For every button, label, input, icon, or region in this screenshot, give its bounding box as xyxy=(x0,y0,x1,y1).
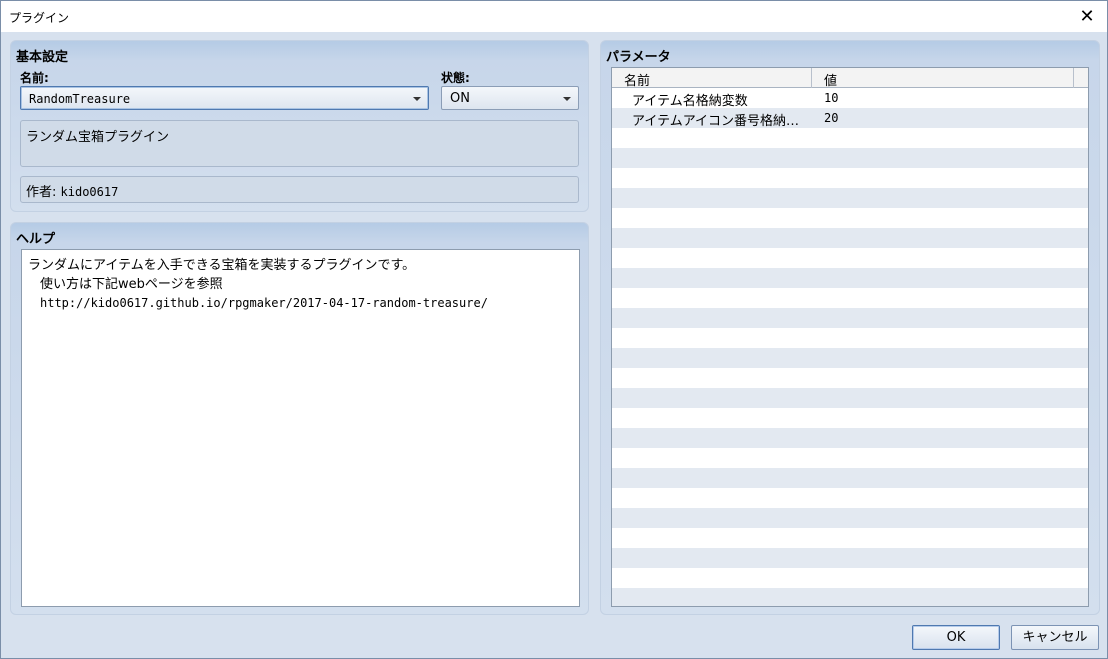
empty-row xyxy=(612,288,1088,308)
empty-row xyxy=(612,388,1088,408)
name-label: 名前: xyxy=(20,71,49,85)
grid-rows: アイテム名格納変数 10 アイテムアイコン番号格納… 20 xyxy=(612,88,1088,606)
description-text: ランダム宝箱プラグイン xyxy=(26,130,170,145)
parameters-group: パラメータ 名前 値 アイテム名格納変数 10 アイテムアイコン番号格納… 20 xyxy=(600,40,1100,615)
status-label: 状態: xyxy=(441,71,470,85)
parameter-row[interactable]: アイテム名格納変数 10 xyxy=(612,88,1088,109)
empty-row xyxy=(612,408,1088,428)
empty-row xyxy=(612,448,1088,468)
plugin-name-value: RandomTreasure xyxy=(29,92,131,106)
author-field[interactable]: 作者: kido0617 xyxy=(20,176,579,203)
grid-header: 名前 値 xyxy=(612,68,1088,89)
window-title: プラグイン xyxy=(9,11,70,25)
empty-row xyxy=(612,348,1088,368)
parameters-title: パラメータ xyxy=(606,50,671,65)
empty-row xyxy=(612,548,1088,568)
empty-row xyxy=(612,268,1088,288)
empty-row xyxy=(612,368,1088,388)
empty-row xyxy=(612,208,1088,228)
close-button[interactable]: ✕ xyxy=(1067,1,1107,32)
empty-row xyxy=(612,228,1088,248)
basic-settings-title: 基本設定 xyxy=(16,50,69,65)
help-textbox[interactable]: ランダムにアイテムを入手できる宝箱を実装するプラグインです。 使い方は下記web… xyxy=(21,249,580,607)
empty-row xyxy=(612,128,1088,148)
help-url: http://kido0617.github.io/rpgmaker/2017-… xyxy=(40,296,488,310)
empty-row xyxy=(612,528,1088,548)
help-group: ヘルプ ランダムにアイテムを入手できる宝箱を実装するプラグインです。 使い方は下… xyxy=(10,222,589,615)
cancel-button[interactable]: キャンセル xyxy=(1011,625,1099,650)
empty-row xyxy=(612,488,1088,508)
empty-row xyxy=(612,148,1088,168)
chevron-down-icon xyxy=(563,97,571,101)
dialog-body: 基本設定 名前: RandomTreasure 状態: ON ランダム宝箱プラグ… xyxy=(1,32,1107,658)
empty-row xyxy=(612,308,1088,328)
parameter-value: 20 xyxy=(824,111,839,125)
plugin-dialog: プラグイン ✕ 基本設定 名前: RandomTreasure 状態: ON ラ… xyxy=(0,0,1108,659)
parameter-value: 10 xyxy=(824,91,839,105)
empty-row xyxy=(612,328,1088,348)
empty-row xyxy=(612,168,1088,188)
status-select[interactable]: ON xyxy=(441,86,579,110)
chevron-down-icon xyxy=(413,97,421,101)
author-value: kido0617 xyxy=(60,185,119,199)
plugin-name-select[interactable]: RandomTreasure xyxy=(20,86,429,110)
help-line: ランダムにアイテムを入手できる宝箱を実装するプラグインです。 xyxy=(28,258,416,273)
parameters-grid[interactable]: 名前 値 アイテム名格納変数 10 アイテムアイコン番号格納… 20 xyxy=(611,67,1089,607)
help-title: ヘルプ xyxy=(16,232,56,247)
parameter-name: アイテム名格納変数 xyxy=(632,94,748,109)
description-field[interactable]: ランダム宝箱プラグイン xyxy=(20,120,579,167)
basic-settings-group: 基本設定 名前: RandomTreasure 状態: ON ランダム宝箱プラグ… xyxy=(10,40,589,212)
close-icon: ✕ xyxy=(1079,6,1095,27)
status-value: ON xyxy=(450,91,470,106)
parameter-name: アイテムアイコン番号格納… xyxy=(632,114,800,129)
column-header-value[interactable]: 値 xyxy=(812,68,1074,89)
empty-row xyxy=(612,188,1088,208)
parameter-row[interactable]: アイテムアイコン番号格納… 20 xyxy=(612,108,1088,129)
ok-button[interactable]: OK xyxy=(912,625,1000,650)
empty-row xyxy=(612,428,1088,448)
empty-row xyxy=(612,248,1088,268)
empty-row xyxy=(612,568,1088,588)
empty-row xyxy=(612,508,1088,528)
column-header-name[interactable]: 名前 xyxy=(612,68,812,89)
empty-row xyxy=(612,588,1088,606)
help-line: 使い方は下記webページを参照 xyxy=(40,277,223,292)
author-label: 作者: xyxy=(26,185,57,200)
empty-row xyxy=(612,468,1088,488)
title-bar: プラグイン ✕ xyxy=(1,1,1107,32)
